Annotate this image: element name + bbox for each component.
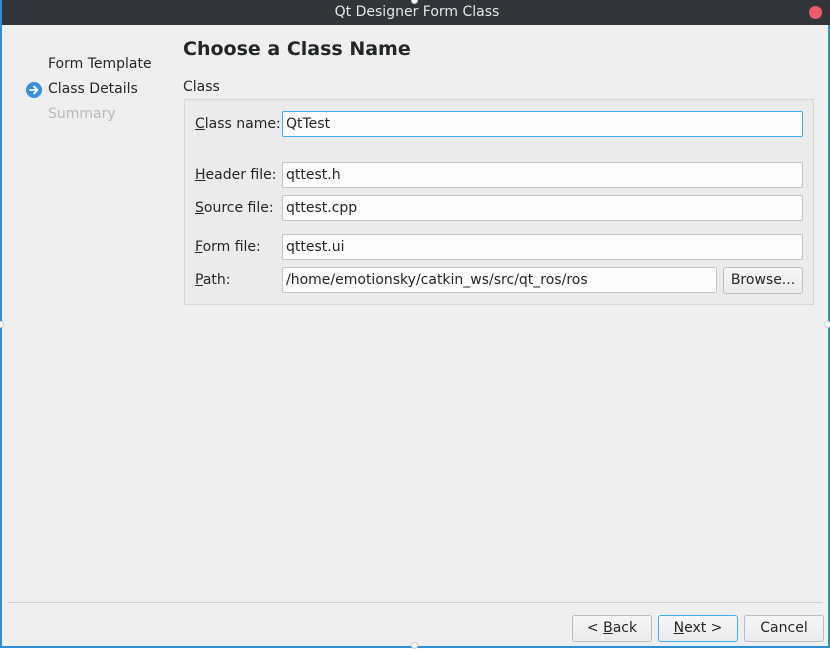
cancel-button[interactable]: Cancel [744,615,824,642]
group-title: Class [183,79,220,95]
back-button-label: ack [612,620,638,636]
arrow-right-circle-icon [26,82,42,98]
path-mnemonic: P [195,272,203,288]
form-file-input[interactable] [282,234,803,260]
class-name-mnemonic: C [195,116,205,132]
back-button[interactable]: < Back [572,615,652,642]
button-separator [8,602,822,603]
source-file-input[interactable] [282,195,803,221]
path-label: Path: [195,272,231,288]
form-file-label-text: orm file: [202,239,261,255]
close-icon[interactable] [809,6,822,19]
source-file-label: Source file: [195,200,274,216]
form-file-label: Form file: [195,239,261,255]
path-input[interactable] [282,267,717,293]
class-name-label-text: lass name: [204,116,281,132]
class-name-label: Class name: [195,116,281,132]
wizard-window: Qt Designer Form Class Form Template Cla… [0,0,830,648]
back-button-mnemonic: B [603,620,613,636]
form-file-mnemonic: F [195,239,203,255]
window-title: Qt Designer Form Class [334,4,500,20]
next-button[interactable]: Next > [658,615,738,642]
path-label-text: ath: [202,272,231,288]
header-file-label-text: eader file: [205,167,277,183]
header-file-label: Header file: [195,167,276,183]
class-name-input[interactable] [282,111,803,137]
step-summary: Summary [48,106,116,122]
step-class-details: Class Details [48,81,138,97]
source-file-label-text: ource file: [203,200,274,216]
step-form-template: Form Template [48,56,152,72]
next-button-mnemonic: N [673,620,685,636]
back-button-prefix: < [586,620,604,636]
header-file-input[interactable] [282,162,803,188]
page-title: Choose a Class Name [183,38,411,60]
browse-button[interactable]: Browse... [723,267,803,294]
title-bar[interactable]: Qt Designer Form Class [2,0,830,25]
source-file-mnemonic: S [195,200,204,216]
header-file-mnemonic: H [195,167,206,183]
resize-handle-right[interactable] [824,321,830,328]
next-button-label: ext > [684,620,723,636]
